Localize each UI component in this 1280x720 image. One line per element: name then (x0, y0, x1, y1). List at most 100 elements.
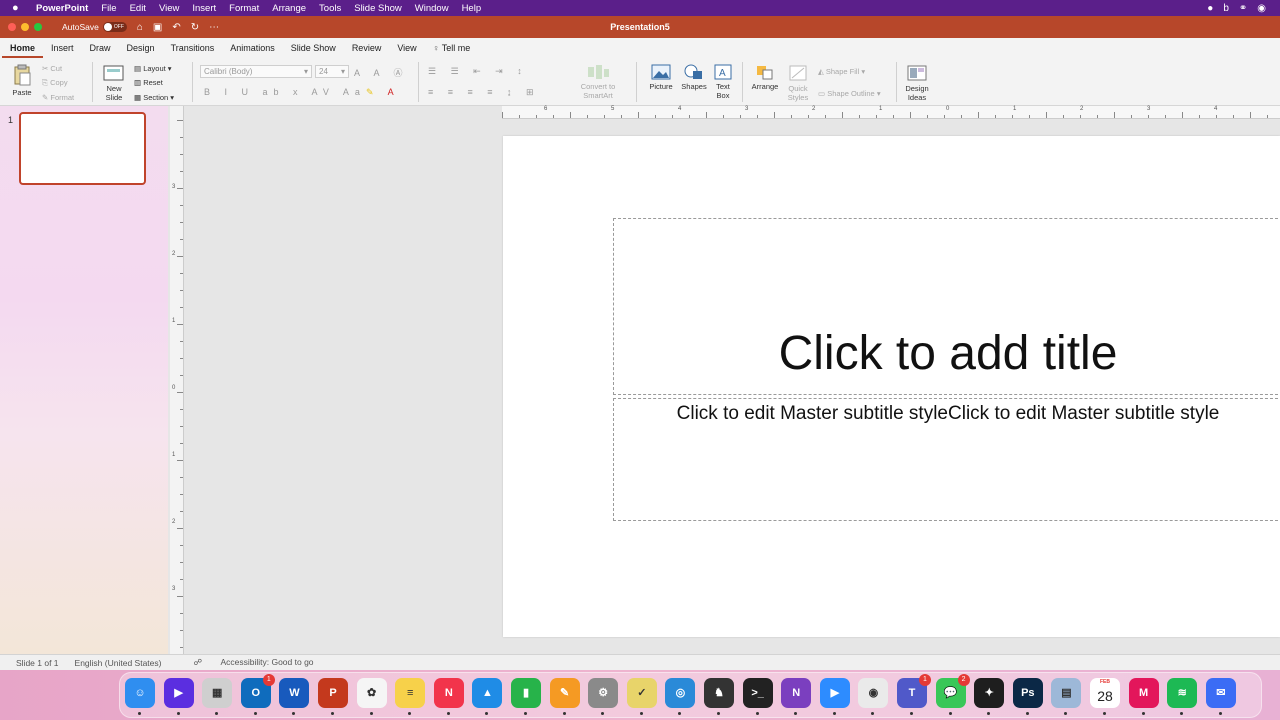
dock-terminal-icon[interactable]: >_ (742, 678, 773, 715)
zoom-window-button[interactable] (34, 23, 42, 31)
design-ideas-button[interactable]: Design Ideas (902, 64, 932, 102)
tab-view[interactable]: View (389, 38, 424, 58)
dock-aperture-icon[interactable]: ◎ (665, 678, 696, 715)
undo-icon[interactable]: ↶ (172, 22, 180, 33)
tab-review[interactable]: Review (344, 38, 390, 58)
menu-slideshow[interactable]: Slide Show (354, 3, 402, 14)
tab-draw[interactable]: Draw (82, 38, 119, 58)
menu-format[interactable]: Format (229, 3, 259, 14)
dock-messenger-icon[interactable]: ✉ (1205, 678, 1236, 715)
tab-transitions[interactable]: Transitions (163, 38, 223, 58)
copy-button[interactable]: ⎘ Copy (42, 78, 68, 88)
menu-arrange[interactable]: Arrange (272, 3, 306, 14)
dock-taskheat-icon[interactable]: ✓ (626, 678, 657, 715)
textbox-button[interactable]: A Text Box (712, 64, 734, 100)
dock-photos-icon[interactable]: ✿ (356, 678, 387, 715)
dock-launchpad-icon[interactable]: ▦ (202, 678, 233, 715)
slide-thumbnail[interactable] (19, 112, 146, 185)
menu-tools[interactable]: Tools (319, 3, 341, 14)
tab-insert[interactable]: Insert (43, 38, 82, 58)
font-style-group[interactable]: B I U ab x AV Aa (204, 87, 366, 97)
dock-prime-icon[interactable]: ▶ (163, 678, 194, 715)
menu-help[interactable]: Help (462, 3, 482, 14)
new-slide-button[interactable]: New Slide (100, 64, 128, 102)
tab-slideshow[interactable]: Slide Show (283, 38, 344, 58)
record-icon[interactable]: ● (1207, 3, 1213, 14)
home-icon[interactable]: ⌂ (137, 22, 143, 33)
dock-numbers-icon[interactable]: ▮ (511, 678, 541, 715)
link-icon[interactable]: ⚭ (1239, 3, 1247, 14)
autosave-toggle[interactable]: OFF (102, 22, 127, 32)
section-button[interactable]: ▦ Section ▾ (134, 93, 174, 102)
shape-outline-button[interactable]: ▭ Shape Outline ▾ (818, 89, 881, 98)
dock-figma-icon[interactable]: ✦ (974, 678, 1005, 715)
picture-label: Picture (649, 82, 673, 91)
color-group[interactable]: ✎ A (366, 87, 400, 98)
picture-button[interactable]: Picture (646, 64, 676, 91)
menu-app-name[interactable]: PowerPoint (36, 3, 88, 14)
dock-mela-icon[interactable]: M (1128, 678, 1159, 715)
tell-me[interactable]: ♀ Tell me (425, 38, 479, 58)
ruler-tick (180, 477, 183, 478)
font-name-select[interactable]: Calibri (Body) ▾ (200, 65, 312, 78)
save-icon[interactable]: ▣ (153, 22, 162, 33)
language-status[interactable]: English (United States) (75, 658, 162, 668)
dock-spotify-icon[interactable]: ≋ (1167, 678, 1198, 715)
title-placeholder-text[interactable]: Click to add title (613, 326, 1280, 381)
minimize-window-button[interactable] (21, 23, 29, 31)
menu-file[interactable]: File (101, 3, 116, 14)
arrange-button[interactable]: Arrange (750, 64, 780, 91)
onepassword-icon[interactable]: ◉ (1257, 3, 1266, 14)
dock-inkscape-icon[interactable]: ♞ (704, 678, 734, 715)
shapes-button[interactable]: Shapes (680, 64, 708, 91)
dock-zoom-icon[interactable]: ▶ (819, 678, 850, 715)
quick-styles-button[interactable]: Quick Styles (784, 64, 812, 102)
font-grow-shrink-group[interactable]: A A Ⓐ (354, 66, 409, 79)
dock-finder-icon[interactable]: ☺ (125, 678, 155, 715)
dock-notes-icon[interactable]: ≡ (395, 678, 426, 715)
redo-icon[interactable]: ↻ (191, 22, 199, 33)
tab-home[interactable]: Home (2, 38, 44, 58)
convert-smartart-button[interactable]: Convert to SmartArt (570, 64, 626, 100)
dock-preview-icon[interactable]: ▤ (1051, 678, 1082, 715)
b-app-icon[interactable]: b (1223, 3, 1229, 14)
format-painter-button[interactable]: ✎ Format (42, 93, 74, 102)
shape-fill-button[interactable]: ◭ Shape Fill ▾ (818, 67, 865, 76)
slide-canvas[interactable]: Click to add title Click to edit Master … (503, 136, 1280, 637)
more-icon[interactable]: ⋯ (209, 22, 219, 33)
menu-edit[interactable]: Edit (130, 3, 146, 14)
dock-teams-icon[interactable]: T1 (897, 674, 931, 715)
dock-pages-icon[interactable]: ✎ (549, 678, 580, 715)
alignment-buttons[interactable]: ≡ ≡ ≡ ≡ ↨ ⊞ (428, 87, 540, 98)
dock-keynote-icon[interactable]: ▲ (472, 678, 503, 715)
dock-onenote-icon[interactable]: N (781, 678, 812, 715)
apple-icon[interactable]: ● (12, 2, 26, 14)
autosave-control[interactable]: AutoSave OFF (62, 22, 127, 32)
highlight-icon[interactable]: ✎ (366, 87, 380, 97)
dock-calendar-icon[interactable]: FEB 28 (1090, 678, 1120, 715)
dock-system-settings-icon[interactable]: ⚙ (588, 678, 619, 715)
cut-button[interactable]: ✂ Cut (42, 64, 62, 73)
menu-view[interactable]: View (159, 3, 179, 14)
font-color-icon[interactable]: A (388, 87, 400, 97)
tab-animations[interactable]: Animations (222, 38, 283, 58)
layout-button[interactable]: ▤ Layout ▾ (134, 64, 172, 73)
list-buttons[interactable]: ☰ ☰ ⇤ ⇥ ↕ (428, 66, 528, 77)
dock-word-icon[interactable]: W (279, 678, 310, 715)
menu-insert[interactable]: Insert (192, 3, 216, 14)
dock-chrome-icon[interactable]: ◉ (858, 678, 889, 715)
tab-design[interactable]: Design (119, 38, 163, 58)
font-size-select[interactable]: 24 ▾ (315, 65, 349, 78)
dock-powerpoint-icon[interactable]: P (318, 678, 348, 715)
reset-button[interactable]: ▥ Reset (134, 78, 163, 87)
dock-photoshop-icon[interactable]: Ps (1012, 678, 1043, 715)
subtitle-placeholder-text[interactable]: Click to edit Master subtitle styleClick… (613, 403, 1280, 425)
close-window-button[interactable] (8, 23, 16, 31)
paste-button[interactable]: Paste (8, 64, 36, 97)
accessibility-status[interactable]: ☍ Accessibility: Good to go (177, 657, 313, 668)
dock-messages-icon[interactable]: 💬 2 (935, 674, 970, 715)
dock-news-icon[interactable]: N (433, 678, 464, 715)
dock-outlook-icon[interactable]: O1 (240, 674, 275, 715)
menu-window[interactable]: Window (415, 3, 449, 14)
ruler-number: 4 (1214, 106, 1218, 112)
